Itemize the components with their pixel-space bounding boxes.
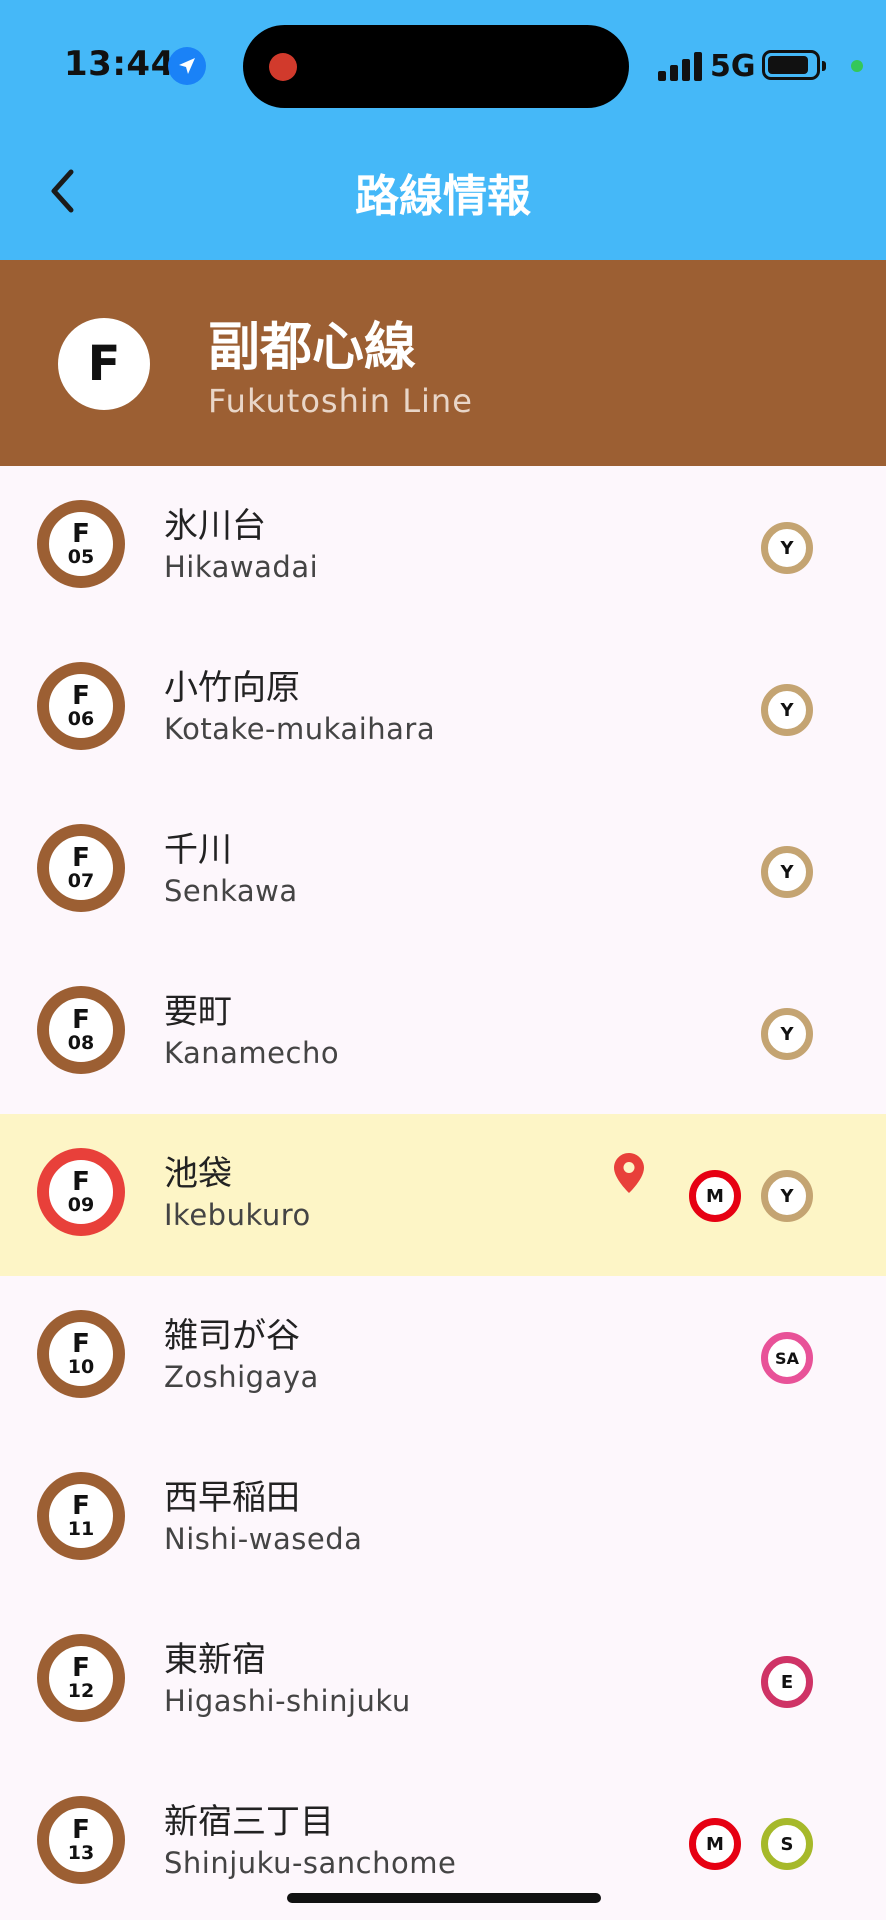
station-line-letter: F (72, 1328, 90, 1359)
station-number-badge: F 11 (37, 1472, 125, 1560)
station-line-letter: F (72, 518, 90, 549)
station-number: 06 (67, 707, 95, 730)
transfer-line-badge-e: E (761, 1656, 813, 1708)
location-arrow-icon (168, 47, 206, 85)
station-number-badge: F 06 (37, 662, 125, 750)
station-line-letter: F (72, 1652, 90, 1683)
transfer-line-badge-y: Y (761, 846, 813, 898)
transfer-line-badge-y: Y (761, 684, 813, 736)
station-name-english: Kotake-mukaihara (164, 712, 436, 746)
station-number: 07 (67, 869, 95, 892)
station-name-english: Ikebukuro (164, 1198, 311, 1232)
status-bar: 13:44 5G (0, 0, 886, 130)
station-line-letter: F (72, 1490, 90, 1521)
station-name-japanese: 池袋 (164, 1154, 232, 1194)
network-type: 5G (710, 49, 756, 84)
dynamic-island (243, 25, 629, 108)
transfer-line-badge-y: Y (761, 1008, 813, 1060)
station-row-current[interactable]: F 09 池袋 Ikebukuro M Y (0, 1114, 886, 1276)
station-row[interactable]: F 05 氷川台 Hikawadai Y (0, 466, 886, 628)
station-line-letter: F (72, 842, 90, 873)
station-number-badge: F 12 (37, 1634, 125, 1722)
transfer-line-badge-m: M (689, 1818, 741, 1870)
station-row[interactable]: F 12 東新宿 Higashi-shinjuku E (0, 1600, 886, 1762)
transfer-line-badge-y: Y (761, 1170, 813, 1222)
station-name-english: Nishi-waseda (164, 1522, 363, 1556)
station-name-english: Senkawa (164, 874, 298, 908)
station-name-english: Zoshigaya (164, 1360, 319, 1394)
station-name-english: Higashi-shinjuku (164, 1684, 411, 1718)
station-row[interactable]: F 07 千川 Senkawa Y (0, 790, 886, 952)
station-line-letter: F (72, 1166, 90, 1197)
station-row[interactable]: F 08 要町 Kanamecho Y (0, 952, 886, 1114)
station-row[interactable]: F 11 西早稲田 Nishi-waseda (0, 1438, 886, 1600)
line-symbol-badge: F (58, 318, 150, 410)
station-name-english: Kanamecho (164, 1036, 340, 1070)
station-number: 12 (67, 1679, 95, 1702)
transfer-line-badge-s: S (761, 1818, 813, 1870)
station-number: 08 (67, 1031, 95, 1054)
cellular-signal-icon (658, 51, 702, 81)
station-number: 11 (67, 1517, 95, 1540)
station-name-japanese: 西早稲田 (164, 1478, 300, 1518)
station-number: 10 (67, 1355, 95, 1378)
screen: 13:44 5G 路線情報 F 副都心線 Fukutoshin Line F 0… (0, 0, 886, 1920)
privacy-indicator-icon (851, 60, 863, 72)
app-bar: 路線情報 (0, 130, 886, 260)
home-indicator[interactable] (287, 1893, 601, 1903)
battery-icon (762, 50, 826, 80)
page-title: 路線情報 (355, 171, 531, 222)
station-name-japanese: 東新宿 (164, 1640, 266, 1680)
station-line-letter: F (72, 1814, 90, 1845)
station-number: 13 (67, 1841, 95, 1864)
station-name-english: Shinjuku-sanchome (164, 1846, 457, 1880)
station-number-badge: F 07 (37, 824, 125, 912)
station-line-letter: F (72, 680, 90, 711)
station-row[interactable]: F 06 小竹向原 Kotake-mukaihara Y (0, 628, 886, 790)
station-name-english: Hikawadai (164, 550, 319, 584)
station-name-japanese: 小竹向原 (164, 668, 300, 708)
line-name-japanese: 副都心線 (208, 318, 417, 378)
location-pin-icon (613, 1152, 645, 1198)
line-name-english: Fukutoshin Line (208, 382, 473, 420)
station-line-letter: F (72, 1004, 90, 1035)
station-number-badge: F 08 (37, 986, 125, 1074)
station-number-badge: F 10 (37, 1310, 125, 1398)
transfer-line-badge-sa: SA (761, 1332, 813, 1384)
recording-indicator-icon (269, 53, 297, 81)
transfer-line-badge-y: Y (761, 522, 813, 574)
station-name-japanese: 千川 (164, 830, 232, 870)
line-header: F 副都心線 Fukutoshin Line (0, 260, 886, 466)
transfer-line-badge-m: M (689, 1170, 741, 1222)
station-name-japanese: 新宿三丁目 (164, 1802, 334, 1842)
station-number: 05 (67, 545, 95, 568)
status-time: 13:44 (64, 44, 175, 84)
station-number-badge: F 09 (37, 1148, 125, 1236)
station-number: 09 (67, 1193, 95, 1216)
station-name-japanese: 雑司が谷 (164, 1316, 300, 1356)
station-list: F 05 氷川台 Hikawadai Y F 06 小竹向原 Kotake-mu… (0, 466, 886, 1920)
station-number-badge: F 05 (37, 500, 125, 588)
station-number-badge: F 13 (37, 1796, 125, 1884)
station-name-japanese: 要町 (164, 992, 232, 1032)
station-row[interactable]: F 10 雑司が谷 Zoshigaya SA (0, 1276, 886, 1438)
station-name-japanese: 氷川台 (164, 506, 266, 546)
